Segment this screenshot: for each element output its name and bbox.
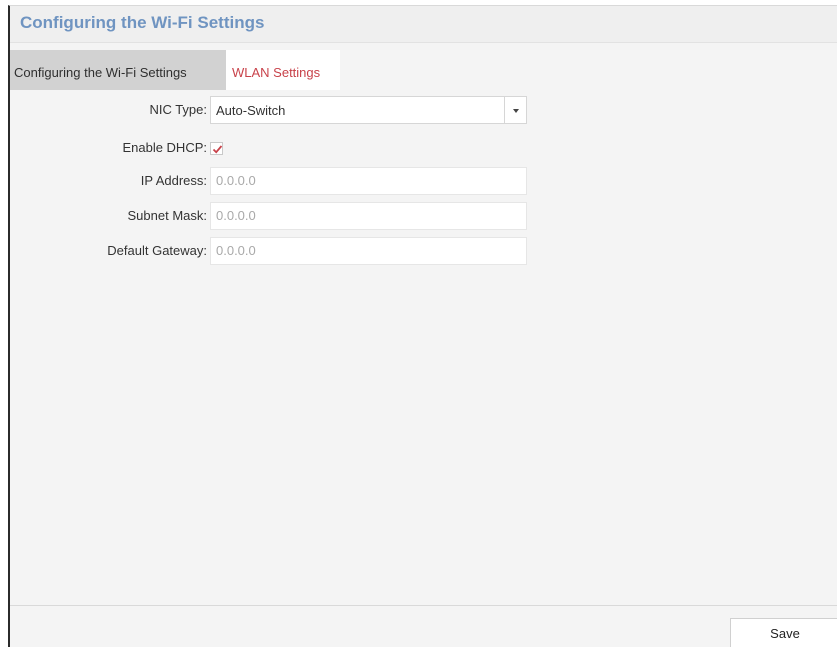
- subnet-mask-row: Subnet Mask: 0.0.0.0: [10, 202, 837, 230]
- subnet-mask-label: Subnet Mask:: [127, 208, 208, 223]
- nic-type-label: NIC Type:: [149, 102, 207, 117]
- default-gateway-label: Default Gateway:: [107, 243, 207, 258]
- default-gateway-row: Default Gateway: 0.0.0.0: [10, 237, 837, 265]
- nic-type-row: NIC Type: Auto-Switch: [10, 96, 837, 124]
- ip-address-row: IP Address: 0.0.0.0: [10, 167, 837, 195]
- chevron-down-icon: [513, 109, 519, 113]
- default-gateway-field[interactable]: 0.0.0.0: [210, 237, 527, 265]
- wlan-settings-panel: NIC Type: Auto-Switch Enable DHCP: IP Ad…: [10, 90, 837, 605]
- nic-type-select[interactable]: Auto-Switch: [210, 96, 527, 124]
- footer-bar: Save: [10, 605, 837, 647]
- dropdown-button[interactable]: [504, 97, 526, 123]
- nic-type-value: Auto-Switch: [216, 103, 286, 118]
- page-title: Configuring the Wi-Fi Settings: [20, 13, 265, 32]
- page-header: Configuring the Wi-Fi Settings: [10, 6, 837, 43]
- enable-dhcp-row: Enable DHCP:: [10, 134, 837, 162]
- ip-address-label: IP Address:: [140, 173, 207, 188]
- save-button[interactable]: Save: [730, 618, 837, 647]
- checkmark-icon: [212, 145, 223, 154]
- tab-bar: Configuring the Wi-Fi Settings WLAN Sett…: [10, 50, 837, 90]
- tab-wlan-settings[interactable]: WLAN Settings: [226, 50, 340, 90]
- ip-address-field[interactable]: 0.0.0.0: [210, 167, 527, 195]
- settings-window: Configuring the Wi-Fi Settings Configuri…: [8, 5, 837, 647]
- subnet-mask-field[interactable]: 0.0.0.0: [210, 202, 527, 230]
- enable-dhcp-label: Enable DHCP:: [122, 140, 207, 155]
- enable-dhcp-checkbox[interactable]: [210, 142, 223, 155]
- tab-wifi-settings[interactable]: Configuring the Wi-Fi Settings: [10, 50, 226, 90]
